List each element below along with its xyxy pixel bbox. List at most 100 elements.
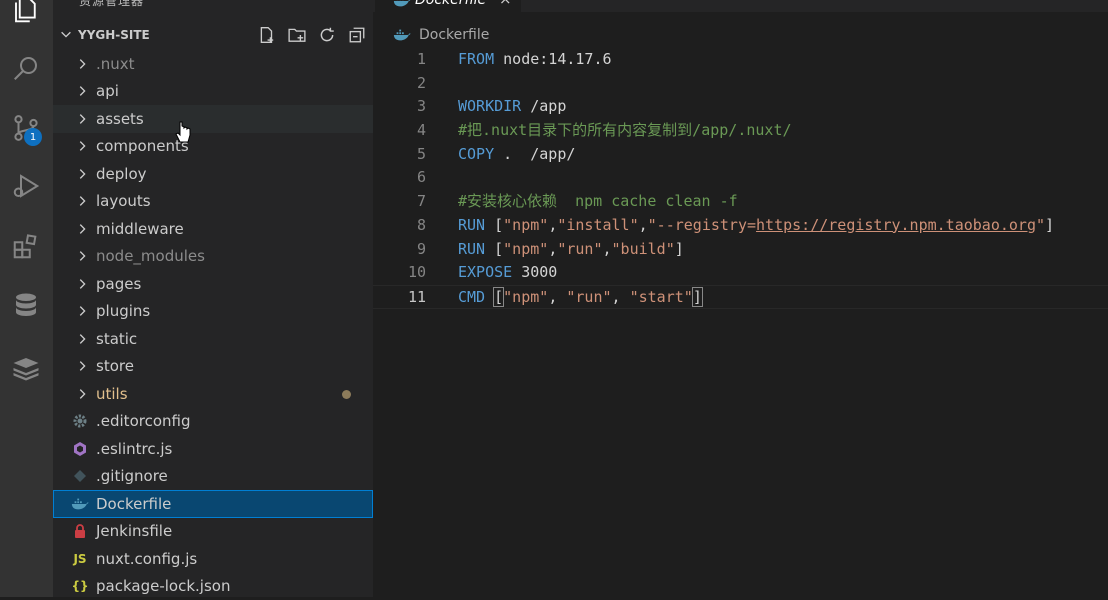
item-label: Jenkinsfile [96, 522, 172, 540]
token-keyword: RUN [458, 216, 485, 234]
file-item-gitignore[interactable]: .gitignore [53, 463, 373, 491]
gear-icon [71, 412, 89, 430]
js-icon: JS [71, 550, 89, 568]
more-actions-icon[interactable]: ··· [342, 0, 353, 6]
token-string: "install" [557, 216, 638, 234]
token-keyword: EXPOSE [458, 263, 512, 281]
code-line[interactable]: 9RUN ["npm","run","build"] [373, 238, 1108, 262]
token-text: . /app/ [494, 145, 575, 163]
new-file-icon[interactable] [256, 24, 278, 46]
token-text: node:14.17.6 [494, 50, 611, 68]
token-comment: #安装核心依赖 npm cache clean -f [458, 192, 738, 210]
folder-item-middleware[interactable]: middleware [53, 215, 373, 243]
token-text: ] [1045, 216, 1054, 234]
line-number: 4 [417, 119, 426, 143]
token-keyword: FROM [458, 50, 494, 68]
scm-badge: 1 [24, 128, 42, 146]
token-keyword: CMD [458, 288, 485, 306]
folder-item-assets[interactable]: assets [53, 105, 373, 133]
token-string: "npm" [503, 240, 548, 258]
token-string: "run" [557, 240, 602, 258]
line-number: 10 [408, 261, 426, 285]
file-item-jenkinsfile[interactable]: Jenkinsfile [53, 518, 373, 546]
folder-item-components[interactable]: components [53, 133, 373, 161]
folder-item-api[interactable]: api [53, 78, 373, 106]
folder-item-store[interactable]: store [53, 353, 373, 381]
item-label: layouts [96, 192, 151, 210]
docker-icon [393, 0, 411, 8]
docker-icon [71, 495, 89, 513]
folder-item-pages[interactable]: pages [53, 270, 373, 298]
activity-bar: 1 [0, 0, 53, 597]
redis-icon[interactable] [8, 350, 44, 386]
new-folder-icon[interactable] [286, 24, 308, 46]
token-comment: #把.nuxt目录下的所有内容复制到/app/.nuxt/ [458, 121, 792, 139]
code-line[interactable]: 10 EXPOSE 3000 [373, 261, 1108, 285]
git-icon [71, 467, 89, 485]
run-debug-icon[interactable] [8, 168, 44, 204]
item-label: plugins [96, 302, 150, 320]
sidebar-title: 资源管理器 [79, 0, 144, 9]
chevron-right-icon [75, 194, 89, 208]
item-label: middleware [96, 220, 184, 238]
folder-item-plugins[interactable]: plugins [53, 298, 373, 326]
code-line[interactable]: 4 #把.nuxt目录下的所有内容复制到/app/.nuxt/ [373, 119, 1108, 143]
line-number: 3 [417, 95, 426, 119]
file-item-nuxt-config-js[interactable]: JS nuxt.config.js [53, 545, 373, 573]
chevron-right-icon [75, 167, 89, 181]
modified-indicator [342, 390, 351, 399]
file-item-eslintrc-js[interactable]: .eslintrc.js [53, 435, 373, 463]
editor-pane: Dockerfile × Dockerfile 1FROM node:14.17… [373, 0, 1108, 597]
chevron-right-icon [75, 359, 89, 373]
folder-item-static[interactable]: static [53, 325, 373, 353]
database-icon[interactable] [8, 288, 44, 324]
tab-label: Dockerfile [415, 0, 486, 8]
code-line[interactable]: 2 [373, 72, 1108, 96]
folder-item-utils[interactable]: utils [53, 380, 373, 408]
code-line-current[interactable]: 11CMD ["npm", "run", "start"] [373, 285, 1108, 309]
token-link[interactable]: https://registry.npm.taobao.org [756, 216, 1036, 234]
explorer-icon[interactable] [8, 0, 44, 28]
folder-item-deploy[interactable]: deploy [53, 160, 373, 188]
line-number: 9 [417, 238, 426, 262]
chevron-right-icon [75, 249, 89, 263]
chevron-right-icon [75, 112, 89, 126]
file-item-package-lock-json[interactable]: {}package-lock.json [53, 573, 373, 600]
folder-item-layouts[interactable]: layouts [53, 188, 373, 216]
chevron-right-icon [75, 222, 89, 236]
breadcrumb[interactable]: Dockerfile [393, 25, 489, 45]
item-label: assets [96, 110, 144, 128]
line-number: 5 [417, 143, 426, 167]
file-tree: .nuxtapi assets components deploy layouts mid… [53, 50, 373, 600]
file-item-editorconfig[interactable]: .editorconfig [53, 408, 373, 436]
code-line[interactable]: 5 COPY . /app/ [373, 143, 1108, 167]
line-number: 7 [417, 190, 426, 214]
close-icon[interactable]: × [499, 0, 512, 8]
code-line[interactable]: 7 #安装核心依赖 npm cache clean -f [373, 190, 1108, 214]
search-icon[interactable] [8, 50, 44, 86]
token-text: [ [485, 216, 503, 234]
extensions-icon[interactable] [8, 228, 44, 264]
code-line[interactable]: 8RUN ["npm","install","--registry=https:… [373, 214, 1108, 238]
code-line[interactable]: 1FROM node:14.17.6 [373, 48, 1108, 72]
file-item-dockerfile[interactable]: Dockerfile [53, 490, 373, 518]
code-editor[interactable]: 1FROM node:14.17.6 2 3WORKDIR /app 4 #把.n… [373, 48, 1108, 309]
folder-item-nuxt[interactable]: .nuxt [53, 50, 373, 78]
code-line[interactable]: 6 [373, 166, 1108, 190]
workspace-section-header[interactable]: YYGH-SITE [53, 22, 373, 48]
token-keyword: COPY [458, 145, 494, 163]
token-string: "npm" [503, 216, 548, 234]
code-line[interactable]: 3WORKDIR /app [373, 95, 1108, 119]
refresh-icon[interactable] [316, 24, 338, 46]
item-label: Dockerfile [96, 495, 171, 513]
item-label: deploy [96, 165, 147, 183]
item-label: .eslintrc.js [96, 440, 172, 458]
tab-dockerfile[interactable]: Dockerfile × [375, 0, 521, 12]
token-string: "start" [630, 288, 693, 306]
collapse-all-icon[interactable] [346, 24, 368, 46]
item-label: nuxt.config.js [96, 550, 197, 568]
token-text: 3000 [512, 263, 557, 281]
folder-item-node-modules[interactable]: node_modules [53, 243, 373, 271]
token-text: , [548, 216, 557, 234]
item-label: .editorconfig [96, 412, 190, 430]
